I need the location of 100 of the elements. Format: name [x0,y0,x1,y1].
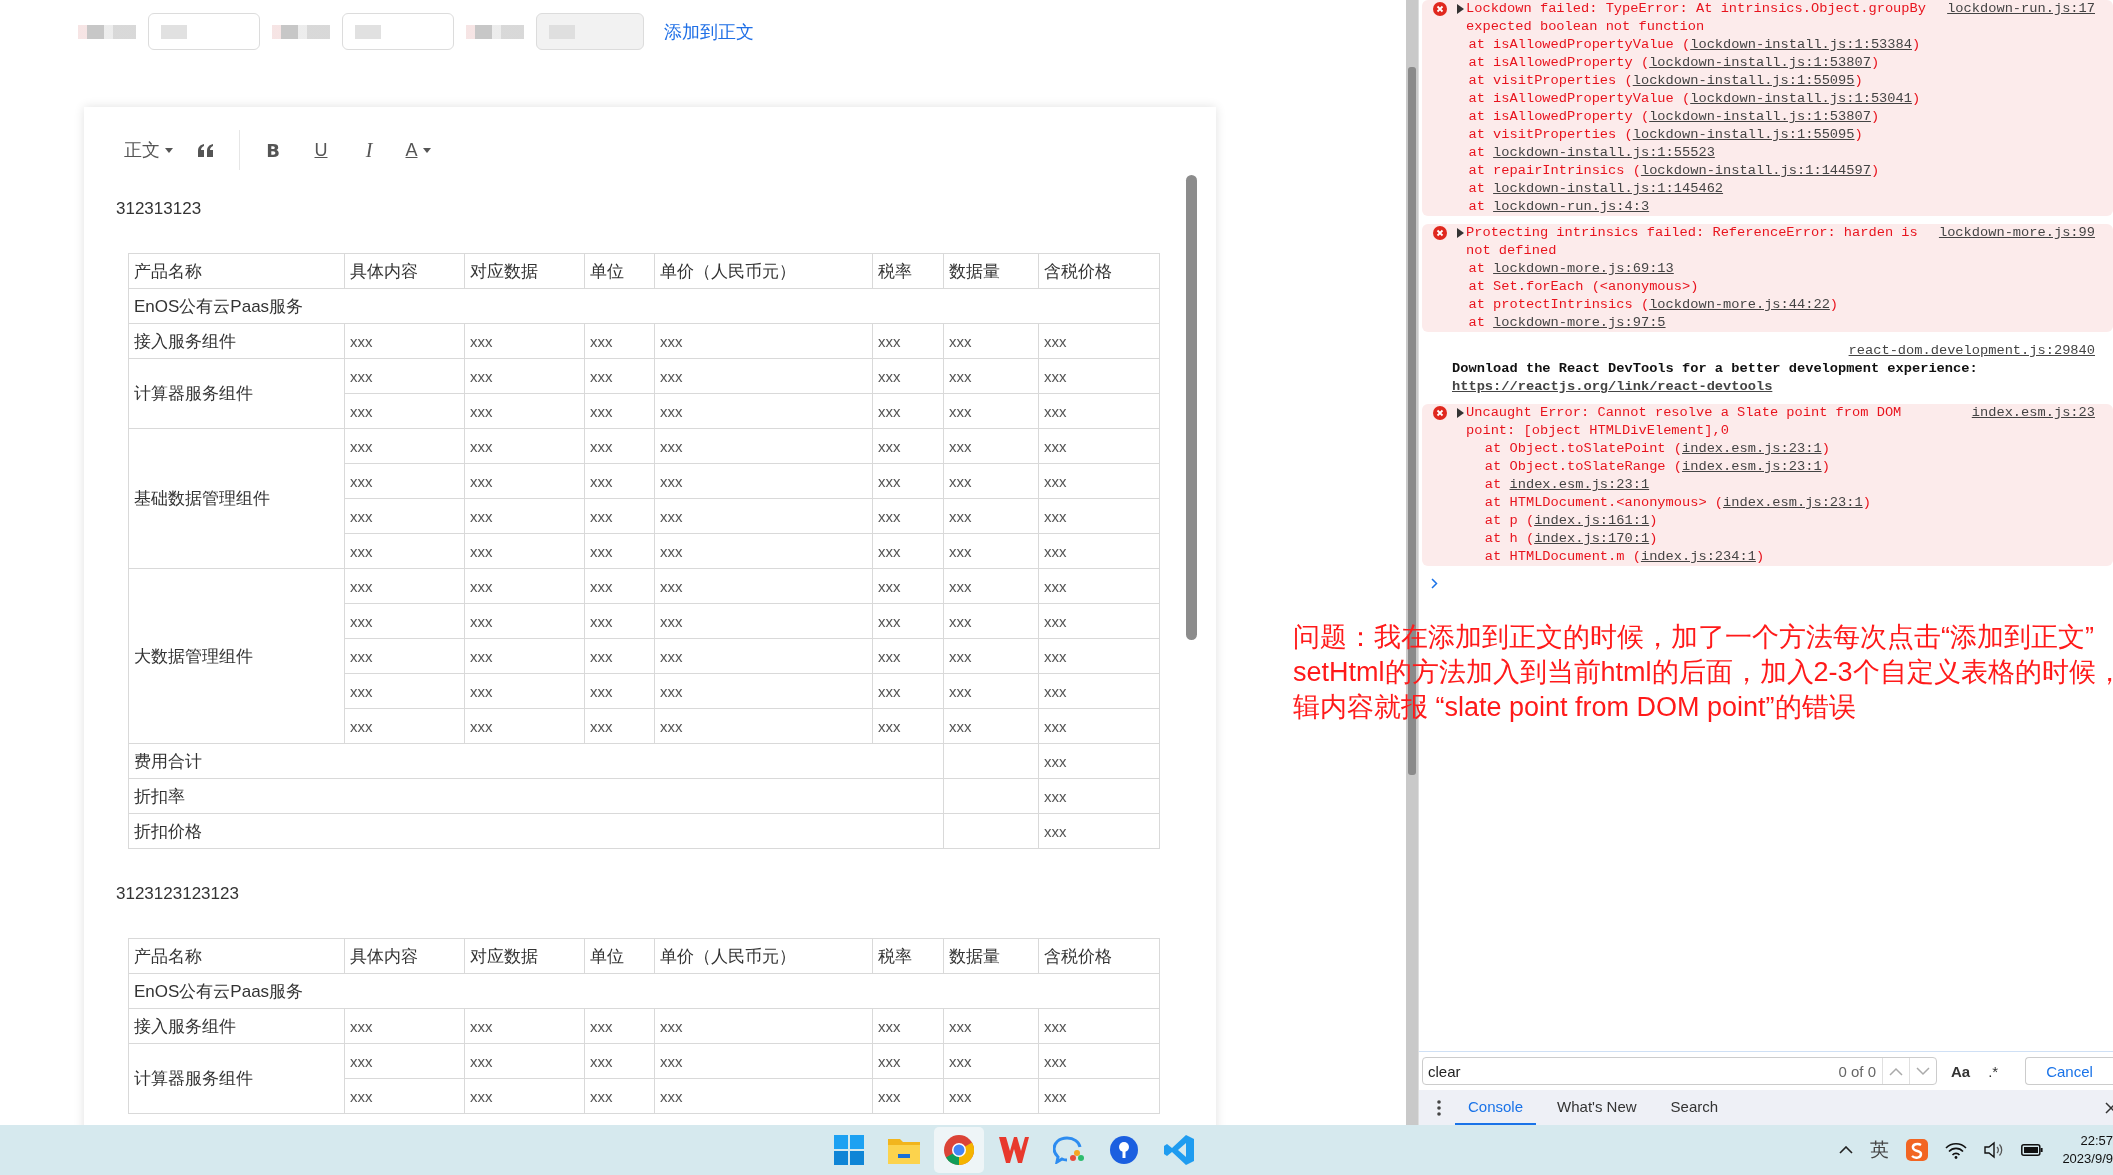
italic-button[interactable]: I [354,134,384,166]
search-field[interactable]: clear 0 of 0 [1422,1057,1937,1085]
clock-time[interactable]: 22:57 [2080,1132,2113,1150]
table-cell: xxx [654,638,873,674]
source-link[interactable]: index.esm.js:23:1 [1682,459,1822,474]
table-cell: xxx [654,393,873,429]
log-message: Download the React DevTools for a better development experience: https://reactjs.org/link/react-devtools [1452,360,1979,396]
source-link[interactable]: index.esm.js:23:1 [1723,495,1863,510]
drawer-tab[interactable]: Search [1657,1090,1732,1125]
table-cell: xxx [584,323,655,359]
column-header: 税率 [872,253,944,289]
input-field[interactable] [148,13,260,50]
stack-trace-line: at protectIntrinsics (lockdown-more.js:44:22) [1467,296,1840,314]
match-case-button[interactable]: Aa [1947,1062,1975,1080]
close-icon[interactable] [2105,1101,2113,1114]
stack-trace-line: at visitProperties (lockdown-install.js:1:55095) [1467,72,1864,90]
more-menu-icon[interactable] [1437,1099,1441,1116]
redacted-label [272,24,330,39]
office-icon [999,1137,1029,1163]
clock-date[interactable]: 2023/9/9 [2062,1150,2113,1168]
source-link[interactable]: lockdown-more.js:97:5 [1493,315,1666,330]
input-language-indicator[interactable]: 英 [1870,1137,1890,1163]
input-method-icon[interactable] [1906,1139,1929,1161]
stack-trace-line: at HTMLDocument.m (index.js:234:1) [1483,548,1766,566]
scrollbar-thumb[interactable] [1186,175,1197,640]
add-to-body-link[interactable]: 添加到正文 [664,19,754,44]
taskbar-app-button[interactable] [934,1127,984,1173]
font-color-button[interactable]: A [402,134,432,166]
caret-icon [422,147,431,153]
stack-trace-line: at visitProperties (lockdown-install.js:1:55095) [1467,126,1864,144]
table-cell: xxx [584,358,655,394]
bold-button[interactable]: B [258,134,288,166]
expand-triangle-icon[interactable] [1457,4,1464,14]
table-cell: xxx [584,568,655,604]
table-cell: xxx [943,1008,1039,1044]
source-link[interactable]: lockdown-install.js:1:145462 [1493,181,1724,196]
table-cell: xxx [872,428,944,464]
regex-button[interactable]: .* [1984,1062,2003,1080]
underline-button[interactable]: U [306,134,336,166]
battery-icon[interactable] [2021,1144,2044,1156]
source-link[interactable]: lockdown-install.js:1:55095 [1632,127,1855,142]
cancel-button[interactable]: Cancel [2025,1057,2113,1085]
source-link[interactable]: lockdown-run.js:4:3 [1493,199,1650,214]
paragraph-style-dropdown[interactable]: 正文 [122,134,173,166]
expand-triangle-icon[interactable] [1457,228,1464,238]
table-cell: xxx [943,1043,1039,1079]
source-link[interactable]: react-dom.development.js:29840 [1848,343,2095,358]
table-cell: xxx [584,673,655,709]
expand-triangle-icon[interactable] [1457,408,1464,418]
table-cell: xxx [584,708,655,744]
source-link[interactable]: index.esm.js:23:1 [1682,441,1822,456]
table-cell: xxx [344,568,465,604]
source-link[interactable]: lockdown-more.js:99 [1938,224,2095,242]
chevron-down-icon[interactable] [1916,1066,1930,1076]
source-link[interactable]: index.js:234:1 [1640,549,1756,564]
input-field[interactable] [342,13,454,50]
stack-trace-line: at Set.forEach (<anonymous>) [1467,278,1700,296]
source-link[interactable]: index.esm.js:23 [1971,404,2095,422]
table-cell: xxx [464,393,585,429]
table-cell: 大数据管理组件 [128,568,345,744]
drawer-tab[interactable]: What's New [1544,1090,1650,1125]
source-link[interactable]: lockdown-install.js:1:53807 [1649,109,1871,124]
source-link[interactable]: lockdown-install.js:1:53807 [1649,55,1871,70]
table-cell: 计算器服务组件 [128,1043,345,1114]
table-cell: xxx [344,1043,465,1079]
error-icon [1433,226,1447,240]
chevron-up-icon[interactable] [1839,1146,1854,1154]
table-cell: xxx [943,708,1039,744]
source-link[interactable]: index.esm.js:23:1 [1509,477,1650,492]
annotation-text: 问题：我在添加到正文的时候，加了一个方法每次点击“添加到正文” setHtml的方法加入到当前html的后面，加入2-3个自定义表格的时候， 辑内容就报 “slate point from DOM point”的错误 [1293,621,2113,724]
table-cell: xxx [872,358,944,394]
column-header: 数据量 [943,938,1039,974]
code-editor-icon [1164,1135,1194,1165]
source-link[interactable]: lockdown-install.js:1:55523 [1493,145,1715,160]
source-link[interactable]: lockdown-install.js:1:144597 [1640,163,1871,178]
source-link[interactable]: lockdown-install.js:1:53384 [1690,37,1912,52]
speaker-icon[interactable] [1984,1141,2005,1159]
table-cell: xxx [943,358,1039,394]
table-cell: xxx [464,428,585,464]
devtools-link[interactable]: https://reactjs.org/link/react-devtools [1452,379,1773,394]
source-link[interactable]: lockdown-run.js:17 [1947,0,2095,18]
source-link[interactable]: lockdown-more.js:69:13 [1493,261,1674,276]
source-link[interactable]: index.js:170:1 [1534,531,1650,546]
table-cell: xxx [344,428,465,464]
table-cell: xxx [943,393,1039,429]
table-cell: xxx [464,603,585,639]
column-header: 具体内容 [344,938,465,974]
source-link[interactable]: lockdown-more.js:44:22 [1649,297,1830,312]
table-cell: xxx [344,1078,465,1114]
wifi-icon[interactable] [1945,1141,1968,1159]
source-link[interactable]: lockdown-install.js:1:55095 [1632,73,1855,88]
source-link[interactable]: index.js:161:1 [1534,513,1650,528]
table-cell: xxx [872,393,944,429]
table-cell: xxx [654,673,873,709]
source-link[interactable]: lockdown-install.js:1:53041 [1690,91,1912,106]
table-cell: xxx [1038,358,1160,394]
table-cell: xxx [943,638,1039,674]
table-cell: xxx [1038,1078,1160,1114]
table-cell: xxx [464,568,585,604]
table-cell: xxx [1038,498,1160,534]
